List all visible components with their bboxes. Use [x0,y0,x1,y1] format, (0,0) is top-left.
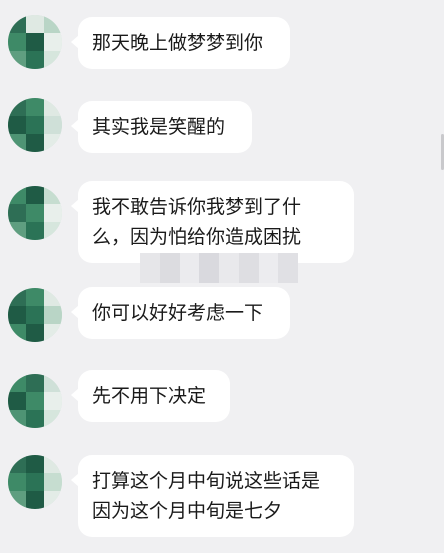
avatar-pixel [26,186,44,204]
avatar-pixel [8,33,26,51]
avatar-pixel [44,222,62,240]
avatar-pixel [26,306,44,324]
chat-thread[interactable]: 那天晚上做梦梦到你 其实我是笑醒的 我不敢告诉你我梦到了什 么，因为怕给你造成困… [0,0,444,553]
avatar-pixel [26,134,44,152]
avatar-pixel [8,392,26,410]
avatar-pixel [44,186,62,204]
avatar-pixel [8,491,26,509]
message-bubble[interactable]: 我不敢告诉你我梦到了什 么，因为怕给你造成困扰 [71,181,354,263]
avatar-pixel [26,392,44,410]
avatar-pixel [44,98,62,116]
avatar-pixel [26,116,44,134]
avatar-pixel [26,473,44,491]
avatar-pixel [8,15,26,33]
avatar-pixel [8,51,26,69]
avatar-pixel [8,473,26,491]
avatar-pixel [26,324,44,342]
avatar-pixel [26,15,44,33]
avatar-pixel [44,455,62,473]
avatar-pixel [44,116,62,134]
avatar-pixel [26,491,44,509]
avatar-pixel [8,204,26,222]
avatar[interactable] [8,186,62,240]
message-bubble[interactable]: 先不用下决定 [71,370,230,422]
avatar-pixel [26,288,44,306]
avatar-pixel [44,204,62,222]
avatar-pixel [26,374,44,392]
avatar-pixel [8,98,26,116]
avatar-pixel [26,204,44,222]
avatar-pixel [8,134,26,152]
avatar-pixel [26,51,44,69]
avatar-pixel [44,288,62,306]
avatar-pixel [44,473,62,491]
avatar-pixel [26,98,44,116]
avatar-pixel [8,288,26,306]
message-bubble[interactable]: 你可以好好考虑一下 [71,287,290,339]
avatar-pixel [44,491,62,509]
avatar[interactable] [8,455,62,509]
avatar-pixel [8,222,26,240]
avatar[interactable] [8,15,62,69]
avatar-pixel [8,306,26,324]
avatar-pixel [44,15,62,33]
avatar-pixel [44,134,62,152]
avatar-pixel [8,374,26,392]
avatar[interactable] [8,98,62,152]
avatar-pixel [8,324,26,342]
avatar-pixel [44,410,62,428]
avatar-pixel [8,410,26,428]
avatar[interactable] [8,288,62,342]
avatar-pixel [8,455,26,473]
avatar-pixel [26,33,44,51]
blurred-region [140,253,298,283]
avatar-pixel [26,455,44,473]
avatar-pixel [8,186,26,204]
message-bubble[interactable]: 那天晚上做梦梦到你 [71,17,290,69]
avatar-pixel [44,33,62,51]
avatar-pixel [8,116,26,134]
avatar-pixel [44,306,62,324]
avatar[interactable] [8,374,62,428]
message-bubble[interactable]: 其实我是笑醒的 [71,101,252,153]
avatar-pixel [44,374,62,392]
avatar-pixel [26,410,44,428]
avatar-pixel [26,222,44,240]
avatar-pixel [44,392,62,410]
avatar-pixel [44,324,62,342]
avatar-pixel [44,51,62,69]
message-bubble[interactable]: 打算这个月中旬说这些话是 因为这个月中旬是七夕 [71,455,354,537]
